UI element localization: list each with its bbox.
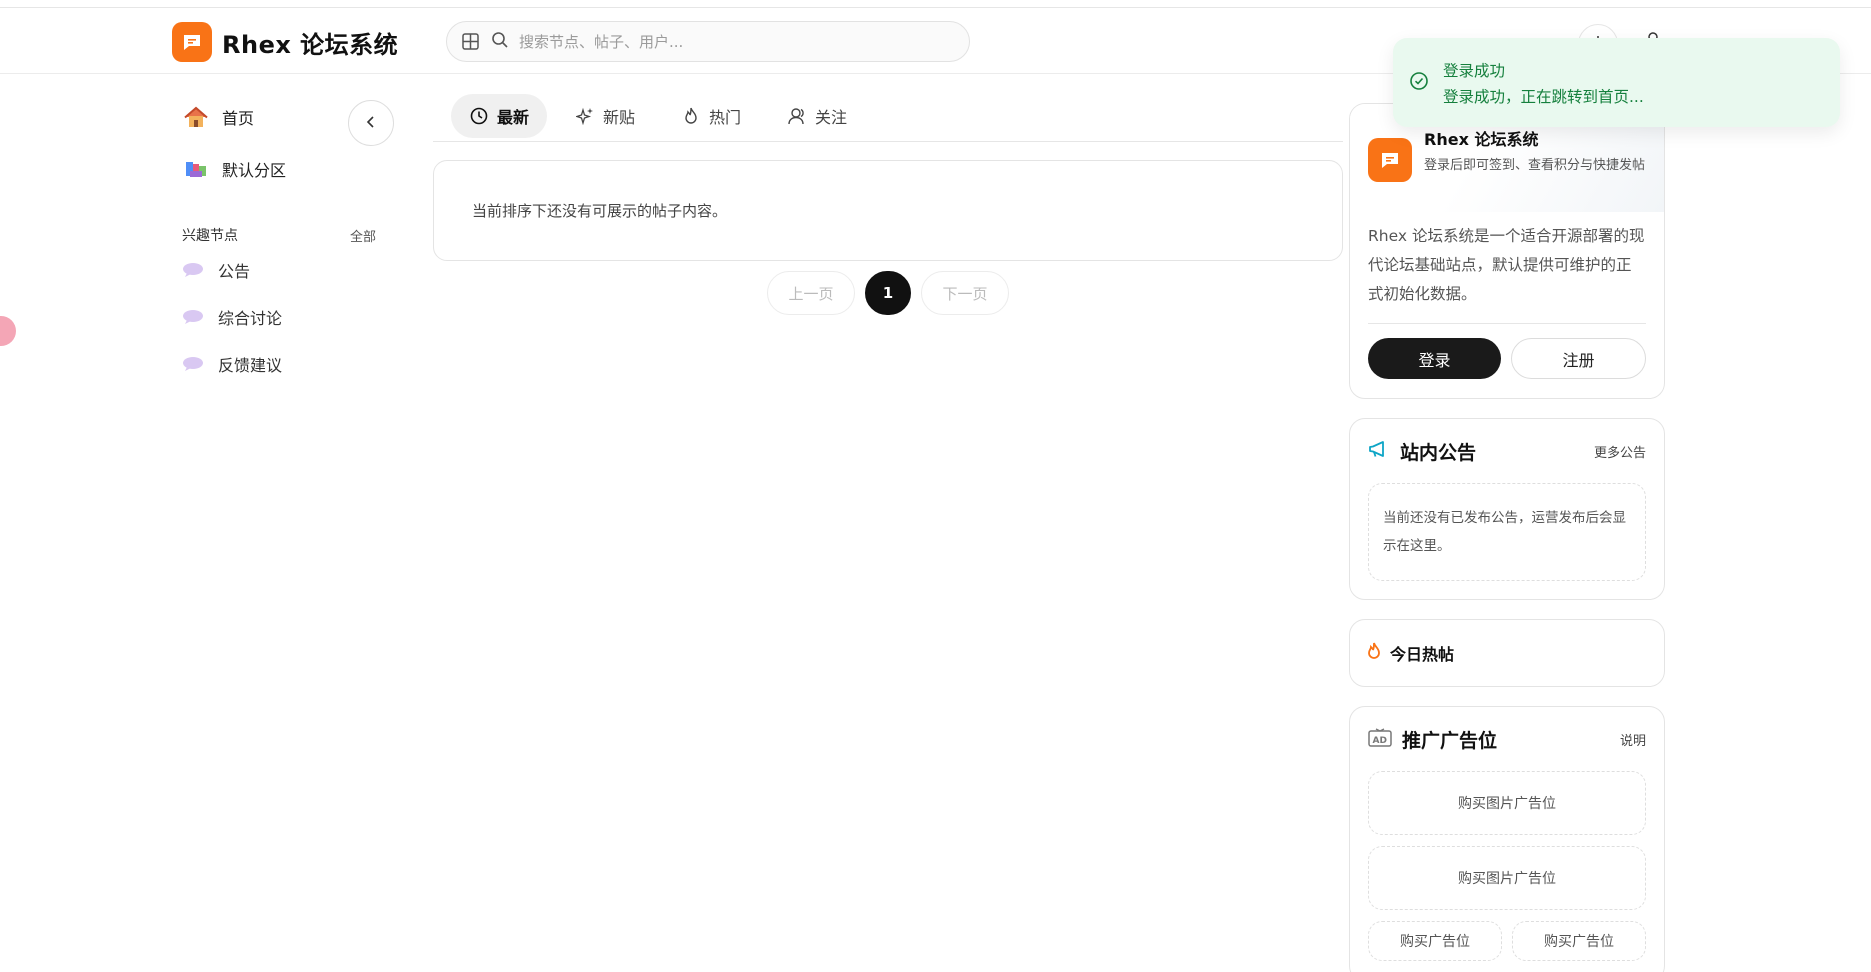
site-description: Rhex 论坛系统是一个适合开源部署的现代论坛基础站点，默认提供可维护的正式初始… [1368, 227, 1645, 303]
node-label: 反馈建议 [218, 355, 283, 375]
sidebar-item-label: 首页 [222, 109, 255, 128]
sidebar-item-node[interactable]: 综合讨论 [172, 293, 408, 340]
speech-bubble-icon [182, 356, 204, 372]
app-title: Rhex 论坛系统 [222, 30, 399, 59]
ads-header: AD 推广广告位 说明 [1350, 707, 1664, 771]
sidebar-item-node[interactable]: 公告 [172, 246, 408, 293]
next-page-button[interactable]: 下一页 [921, 271, 1009, 315]
house-icon [184, 105, 208, 129]
logo[interactable]: Rhex 论坛系统 [172, 22, 398, 62]
speech-bubble-icon [182, 309, 204, 325]
ads-info-link[interactable]: 说明 [1620, 730, 1646, 749]
top-border [0, 0, 1871, 8]
view-all-link[interactable]: 全部 [350, 226, 376, 245]
image-ad-slot[interactable]: 购买图片广告位 [1368, 771, 1646, 835]
prev-page-button[interactable]: 上一页 [767, 271, 855, 315]
chat-logo-icon [1368, 138, 1412, 182]
right-sidebar: Rhex 论坛系统 登录后即可签到、查看积分与快捷发帖 Rhex 论坛系统是一个… [1349, 103, 1665, 972]
login-button[interactable]: 登录 [1368, 338, 1501, 379]
more-announcements-link[interactable]: 更多公告 [1594, 442, 1646, 461]
left-sidebar: 首页 默认分区 兴趣节点 全部 公告 综合讨论 反馈建议 [172, 96, 408, 387]
sidebar-item-label: 默认分区 [222, 161, 287, 180]
books-icon [184, 157, 208, 181]
chat-logo-icon [172, 22, 212, 62]
ad-icon: AD [1368, 727, 1392, 752]
clock-icon [469, 106, 489, 126]
text-ad-row: 购买广告位 购买广告位 [1368, 921, 1646, 961]
sidebar-item-default-zone[interactable]: 默认分区 [172, 148, 408, 190]
ads-title: 推广广告位 [1402, 729, 1498, 752]
empty-feed-text: 当前排序下还没有可展示的帖子内容。 [472, 202, 728, 220]
check-circle-icon [1409, 71, 1429, 95]
svg-text:AD: AD [1373, 736, 1387, 746]
announcements-empty: 当前还没有已发布公告，运营发布后会显示在这里。 [1368, 483, 1646, 581]
section-title: 兴趣节点 [182, 228, 238, 244]
user-icon [787, 106, 807, 126]
main-feed: 最新 新贴 热门 关注 当前排序下还没有可展示的帖子内容。 上一页 1 下一页 [433, 90, 1343, 315]
site-info-card: Rhex 论坛系统 登录后即可签到、查看积分与快捷发帖 Rhex 论坛系统是一个… [1349, 103, 1665, 399]
site-subtitle: 登录后即可签到、查看积分与快捷发帖 [1424, 158, 1646, 173]
hot-today-header: 今日热帖 [1350, 620, 1664, 686]
pagination: 上一页 1 下一页 [433, 271, 1343, 315]
login-success-toast: 登录成功 登录成功，正在跳转到首页... [1393, 38, 1840, 127]
tab-hot[interactable]: 热门 [663, 94, 759, 138]
hot-today-card: 今日热帖 [1349, 619, 1665, 687]
toast-title: 登录成功 [1443, 61, 1506, 80]
site-name: Rhex 论坛系统 [1424, 130, 1539, 149]
collapse-sidebar-button[interactable] [348, 100, 394, 146]
text-ad-slot[interactable]: 购买广告位 [1368, 921, 1502, 961]
sort-tabs: 最新 新贴 热门 关注 [433, 90, 1343, 142]
empty-feed-card: 当前排序下还没有可展示的帖子内容。 [433, 160, 1343, 261]
page-number-button[interactable]: 1 [865, 271, 911, 315]
tab-label: 关注 [815, 107, 848, 127]
interest-nodes-header: 兴趣节点 全部 [172, 224, 408, 246]
announcements-title: 站内公告 [1400, 441, 1477, 464]
tab-label: 新贴 [603, 107, 636, 127]
tab-following[interactable]: 关注 [769, 94, 865, 138]
search-bar[interactable] [446, 21, 970, 62]
chevron-left-icon [366, 114, 376, 133]
sidebar-item-node[interactable]: 反馈建议 [172, 340, 408, 387]
flame-icon [1366, 642, 1382, 664]
flame-icon [681, 106, 701, 126]
tab-label: 热门 [709, 107, 742, 127]
toast-message: 登录成功，正在跳转到首页... [1443, 87, 1644, 106]
speech-bubble-icon [182, 262, 204, 278]
hot-today-title: 今日热帖 [1390, 645, 1455, 664]
node-label: 公告 [218, 261, 251, 281]
ads-card: AD 推广广告位 说明 购买图片广告位 购买图片广告位 购买广告位 购买广告位 [1349, 706, 1665, 972]
register-button[interactable]: 注册 [1511, 338, 1646, 379]
tab-latest[interactable]: 最新 [451, 93, 548, 138]
megaphone-icon [1368, 440, 1390, 463]
announcements-card: 站内公告 更多公告 当前还没有已发布公告，运营发布后会显示在这里。 [1349, 418, 1665, 600]
node-label: 综合讨论 [218, 308, 283, 328]
tab-label: 最新 [497, 107, 530, 127]
grid-icon[interactable] [459, 31, 481, 53]
text-ad-slot[interactable]: 购买广告位 [1512, 921, 1646, 961]
announcements-header: 站内公告 更多公告 [1350, 419, 1664, 483]
sparkle-icon [575, 106, 595, 126]
image-ad-slot[interactable]: 购买图片广告位 [1368, 846, 1646, 910]
tab-new-posts[interactable]: 新贴 [557, 94, 653, 138]
auth-buttons: 登录 注册 [1350, 324, 1664, 398]
search-icon [491, 31, 509, 53]
search-input[interactable] [519, 32, 939, 51]
floating-accessibility-icon[interactable] [0, 316, 16, 346]
